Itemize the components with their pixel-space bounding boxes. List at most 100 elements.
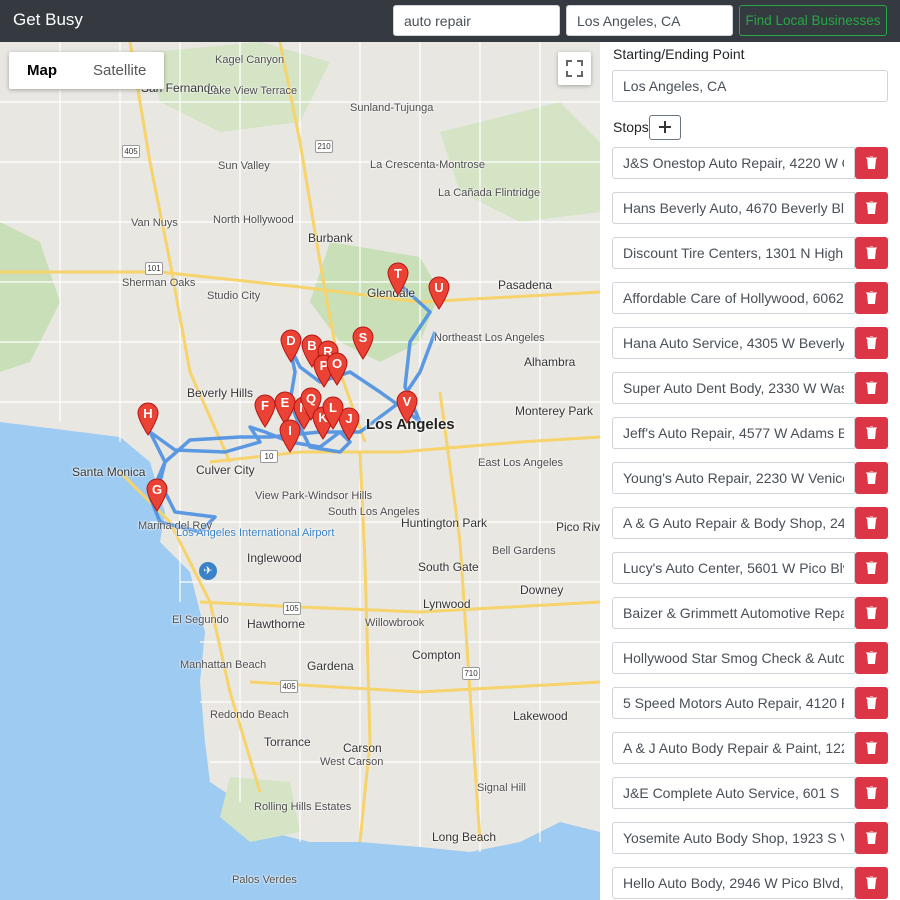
- search-location-input[interactable]: [566, 5, 733, 36]
- place-label: Alhambra: [524, 355, 576, 369]
- delete-stop-button[interactable]: [855, 237, 888, 269]
- freeway-shield: 210: [315, 140, 333, 153]
- stop-row: [612, 372, 888, 404]
- delete-stop-button[interactable]: [855, 507, 888, 539]
- stop-input[interactable]: [612, 372, 855, 404]
- delete-stop-button[interactable]: [855, 282, 888, 314]
- trash-icon: [866, 246, 877, 259]
- place-label: Kagel Canyon: [215, 54, 285, 66]
- delete-stop-button[interactable]: [855, 687, 888, 719]
- place-label: North Hollywood: [213, 214, 294, 226]
- freeway-shield: 710: [462, 667, 480, 680]
- app-title[interactable]: Get Busy: [13, 10, 83, 30]
- trash-icon: [866, 696, 877, 709]
- route-sidebar: Starting/Ending Point Stops: [600, 42, 900, 900]
- map-marker[interactable]: F: [254, 394, 276, 428]
- delete-stop-button[interactable]: [855, 192, 888, 224]
- stop-row: [612, 732, 888, 764]
- stop-input[interactable]: [612, 867, 855, 899]
- delete-stop-button[interactable]: [855, 147, 888, 179]
- find-businesses-button[interactable]: Find Local Businesses: [739, 5, 887, 36]
- delete-stop-button[interactable]: [855, 867, 888, 899]
- delete-stop-button[interactable]: [855, 642, 888, 674]
- place-label: East Los Angeles: [478, 457, 564, 469]
- stop-row: [612, 642, 888, 674]
- trash-icon: [866, 471, 877, 484]
- stop-row: [612, 462, 888, 494]
- place-label: Beverly Hills: [187, 386, 254, 400]
- place-label: Willowbrook: [365, 617, 425, 629]
- search-query-input[interactable]: [393, 5, 560, 36]
- stop-input[interactable]: [612, 552, 855, 584]
- map-marker[interactable]: I: [279, 419, 301, 453]
- start-point-input[interactable]: [612, 70, 888, 102]
- trash-icon: [866, 876, 877, 889]
- place-label: South Gate: [418, 560, 479, 574]
- delete-stop-button[interactable]: [855, 417, 888, 449]
- freeway-shield: 405: [122, 145, 140, 158]
- place-label: Palos Verdes: [232, 874, 297, 886]
- trash-icon: [866, 786, 877, 799]
- delete-stop-button[interactable]: [855, 777, 888, 809]
- stop-input[interactable]: [612, 732, 855, 764]
- map-marker[interactable]: O: [326, 352, 348, 386]
- stop-row: [612, 507, 888, 539]
- map-marker[interactable]: T: [387, 262, 409, 296]
- place-label: Lake View Terrace: [207, 85, 298, 97]
- stop-row: [612, 282, 888, 314]
- freeway-shield: 105: [283, 602, 301, 615]
- delete-stop-button[interactable]: [855, 462, 888, 494]
- map[interactable]: Kagel Canyon San Fernando Lake View Terr…: [0, 42, 600, 900]
- stop-row: [612, 237, 888, 269]
- map-marker[interactable]: V: [396, 390, 418, 424]
- start-label: Starting/Ending Point: [613, 46, 745, 62]
- add-stop-button[interactable]: [649, 115, 681, 140]
- place-label: Lynwood: [423, 597, 471, 611]
- map-marker[interactable]: D: [280, 329, 302, 363]
- stop-row: [612, 417, 888, 449]
- stop-input[interactable]: [612, 237, 855, 269]
- trash-icon: [866, 291, 877, 304]
- airport-icon: ✈: [199, 562, 217, 580]
- trash-icon: [866, 201, 877, 214]
- stop-input[interactable]: [612, 822, 855, 854]
- delete-stop-button[interactable]: [855, 822, 888, 854]
- place-label: Monterey Park: [515, 404, 594, 418]
- map-marker[interactable]: U: [428, 276, 450, 310]
- stop-row: [612, 147, 888, 179]
- stop-row: [612, 822, 888, 854]
- map-marker[interactable]: L: [322, 396, 344, 430]
- stop-input[interactable]: [612, 687, 855, 719]
- delete-stop-button[interactable]: [855, 552, 888, 584]
- freeway-shield: 101: [145, 262, 163, 275]
- map-type-satellite-button[interactable]: Satellite: [75, 52, 164, 89]
- map-marker[interactable]: S: [352, 326, 374, 360]
- map-marker[interactable]: G: [146, 478, 168, 512]
- trash-icon: [866, 336, 877, 349]
- stop-row: [612, 552, 888, 584]
- fullscreen-button[interactable]: [558, 52, 591, 85]
- stop-input[interactable]: [612, 597, 855, 629]
- stop-input[interactable]: [612, 507, 855, 539]
- stops-label: Stops: [613, 119, 649, 135]
- delete-stop-button[interactable]: [855, 732, 888, 764]
- stop-input[interactable]: [612, 282, 855, 314]
- place-label: Rolling Hills Estates: [254, 801, 352, 813]
- stop-input[interactable]: [612, 192, 855, 224]
- stop-input[interactable]: [612, 417, 855, 449]
- stop-input[interactable]: [612, 327, 855, 359]
- stop-input[interactable]: [612, 777, 855, 809]
- stop-input[interactable]: [612, 642, 855, 674]
- place-label-airport: Los Angeles International Airport: [176, 527, 335, 539]
- trash-icon: [866, 381, 877, 394]
- delete-stop-button[interactable]: [855, 327, 888, 359]
- delete-stop-button[interactable]: [855, 597, 888, 629]
- place-label: Long Beach: [432, 830, 497, 844]
- delete-stop-button[interactable]: [855, 372, 888, 404]
- trash-icon: [866, 156, 877, 169]
- map-marker[interactable]: H: [137, 402, 159, 436]
- stop-row: [612, 192, 888, 224]
- stop-input[interactable]: [612, 462, 855, 494]
- map-type-map-button[interactable]: Map: [9, 52, 75, 89]
- stop-input[interactable]: [612, 147, 855, 179]
